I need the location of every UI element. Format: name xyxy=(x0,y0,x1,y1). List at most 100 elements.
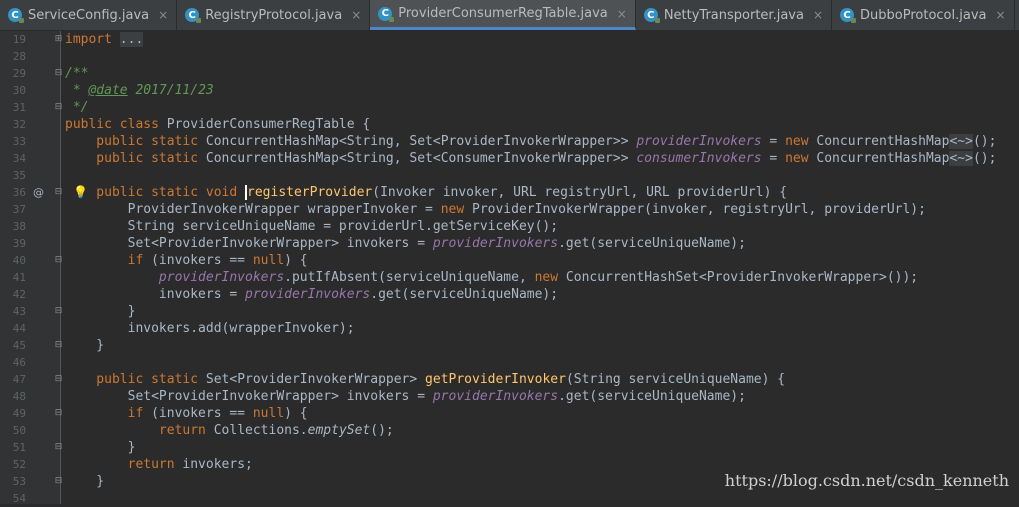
code-line: 37 ProviderInvokerWrapper wrapperInvoker… xyxy=(0,201,1019,218)
line-number: 37 xyxy=(12,203,26,216)
code-text: public static ConcurrentHashMap<String, … xyxy=(65,133,996,150)
fold-toggle-icon[interactable]: ⊞ xyxy=(54,35,63,44)
code-token: (); xyxy=(972,134,997,149)
line-number: 46 xyxy=(12,356,26,369)
code-text: String serviceUniqueName = providerUrl.g… xyxy=(65,218,558,235)
line-number: 51 xyxy=(12,441,26,454)
line-number: 39 xyxy=(12,237,26,250)
code-token: ConcurrentHashSet<ProviderInvokerWrapper… xyxy=(565,270,919,285)
code-line: 31 ⊟ */ xyxy=(0,99,1019,116)
fold-toggle-icon[interactable]: ⊟ xyxy=(54,341,63,350)
close-tab-icon[interactable]: × xyxy=(617,7,627,21)
code-text: } xyxy=(65,439,136,456)
code-line: 30 * @date 2017/11/23 xyxy=(0,82,1019,99)
fold-toggle-icon[interactable]: ⊟ xyxy=(54,188,63,197)
line-number: 32 xyxy=(12,118,26,131)
code-token: .get(serviceUniqueName); xyxy=(558,236,746,251)
code-token: providerInvokers xyxy=(432,236,559,251)
code-token: new xyxy=(785,134,817,149)
fold-toggle-icon[interactable]: ⊟ xyxy=(54,103,63,112)
code-token: ConcurrentHashMap<String, Set<ConsumerIn… xyxy=(205,151,637,166)
file-tab[interactable]: CExchang xyxy=(1015,0,1019,30)
file-tab[interactable]: C ServiceConfig.java × xyxy=(0,0,178,30)
fold-toggle-icon[interactable]: ⊟ xyxy=(54,256,63,265)
line-number: 41 xyxy=(12,271,26,284)
code-token: public static xyxy=(65,134,206,149)
code-token: providerInvokers xyxy=(65,270,285,285)
code-token: ... xyxy=(119,32,144,47)
code-token: public static xyxy=(65,372,206,387)
code-token: providerInvokers xyxy=(636,134,762,149)
file-tab[interactable]: C ProviderConsumerRegTable.java × xyxy=(370,0,636,30)
code-line: 45 ⊟ } xyxy=(0,337,1019,354)
code-line: 51 ⊟ } xyxy=(0,439,1019,456)
code-line: 44 invokers.add(wrapperInvoker); xyxy=(0,320,1019,337)
file-tab[interactable]: C RegistryProtocol.java × xyxy=(177,0,371,30)
java-class-icon: C xyxy=(378,6,395,22)
line-number: 54 xyxy=(12,492,26,505)
code-token: (); xyxy=(370,423,394,438)
code-token: if xyxy=(65,406,152,421)
line-number: 40 xyxy=(12,254,26,267)
code-text: public static ConcurrentHashMap<String, … xyxy=(65,150,996,167)
code-text: import ... xyxy=(65,31,144,48)
line-number: 50 xyxy=(12,424,26,437)
close-tab-icon[interactable]: × xyxy=(351,8,361,22)
code-token: <~> xyxy=(949,151,973,166)
file-tab[interactable]: C NettyTransporter.java × xyxy=(636,0,833,30)
code-token: */ xyxy=(65,100,89,115)
code-token: ) { xyxy=(284,406,308,421)
file-tab-label: RegistryProtocol.java xyxy=(205,7,343,23)
code-token: null xyxy=(252,253,285,268)
code-token: } xyxy=(65,304,136,319)
code-line: 42 invokers = providerInvokers.get(servi… xyxy=(0,286,1019,303)
code-token: (); xyxy=(972,151,997,166)
code-line: 38 String serviceUniqueName = providerUr… xyxy=(0,218,1019,235)
code-text: /** xyxy=(65,65,88,82)
code-line: 48 Set<ProviderInvokerWrapper> invokers … xyxy=(0,388,1019,405)
code-line: 34 public static ConcurrentHashMap<Strin… xyxy=(0,150,1019,167)
code-text: */ xyxy=(65,99,89,116)
line-number: 38 xyxy=(12,220,26,233)
fold-toggle-icon[interactable]: ⊟ xyxy=(54,477,63,486)
code-line: 19 ⊞ import ... xyxy=(0,31,1019,48)
java-class-icon: C xyxy=(643,8,660,23)
code-line: 35 xyxy=(0,167,1019,184)
close-tab-icon[interactable]: × xyxy=(813,8,823,22)
line-number: 29 xyxy=(12,67,26,80)
fold-toggle-icon[interactable]: ⊟ xyxy=(54,307,63,316)
code-token: new xyxy=(785,151,817,166)
code-token: (invokers == xyxy=(151,406,253,421)
file-tab-label: DubboProtocol.java xyxy=(860,7,987,23)
line-number: 36 xyxy=(12,186,26,199)
watermark-text: https://blog.csdn.net/csdn_kenneth xyxy=(724,471,1009,490)
code-token: ConcurrentHashMap xyxy=(816,134,950,149)
file-tab[interactable]: C DubboProtocol.java × xyxy=(832,0,1015,30)
code-line: 46 xyxy=(0,354,1019,371)
code-text: Set<ProviderInvokerWrapper> invokers = p… xyxy=(65,235,746,252)
code-line: 32 public class ProviderConsumerRegTable … xyxy=(0,116,1019,133)
code-token: } xyxy=(65,440,136,455)
fold-toggle-icon[interactable]: ⊟ xyxy=(54,375,63,384)
code-token: invokers; xyxy=(182,457,253,472)
code-token: ) { xyxy=(284,253,308,268)
code-line: 33 public static ConcurrentHashMap<Strin… xyxy=(0,133,1019,150)
code-text: return Collections.emptySet(); xyxy=(65,422,394,439)
code-text: Set<ProviderInvokerWrapper> invokers = p… xyxy=(65,388,746,405)
fold-toggle-icon[interactable]: ⊟ xyxy=(54,409,63,418)
close-tab-icon[interactable]: × xyxy=(995,8,1005,22)
line-number: 28 xyxy=(12,50,26,63)
file-tab-label: NettyTransporter.java xyxy=(663,7,804,23)
fold-toggle-icon[interactable]: ⊟ xyxy=(54,69,63,78)
close-tab-icon[interactable]: × xyxy=(158,8,168,22)
code-token: return xyxy=(65,457,183,472)
line-number: 35 xyxy=(12,169,26,182)
code-token: .putIfAbsent(serviceUniqueName, xyxy=(284,270,535,285)
code-token: providerInvokers xyxy=(432,389,559,404)
code-token: ProviderInvokerWrapper(invoker, registry… xyxy=(472,202,926,217)
code-token: = xyxy=(761,134,786,149)
code-editor[interactable]: 19 ⊞ import ... 28 29 ⊟/** 30 * @date 2017/11/… xyxy=(0,31,1019,505)
fold-toggle-icon[interactable]: ⊟ xyxy=(54,443,63,452)
line-number: 42 xyxy=(12,288,26,301)
implemented-marker-icon[interactable]: @ xyxy=(33,184,44,201)
